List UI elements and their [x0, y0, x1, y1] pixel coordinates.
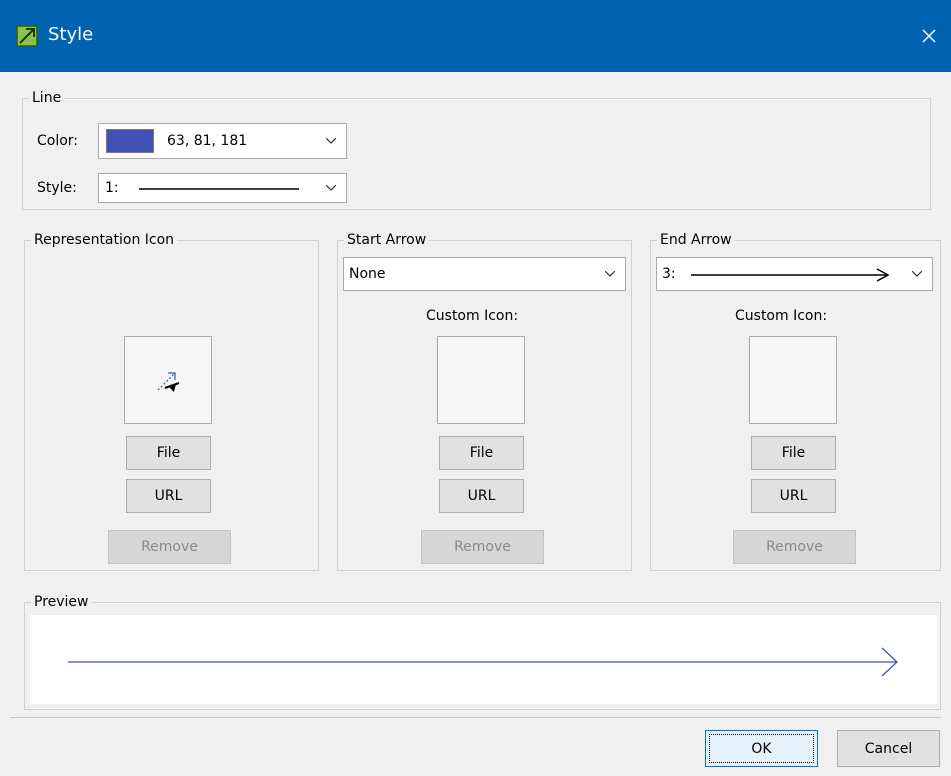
start-file-button[interactable]: File [439, 436, 524, 470]
end-remove-button[interactable]: Remove [733, 530, 856, 564]
end-arrow-group: End Arrow 3: Custom Icon: File URL Remov… [650, 231, 941, 571]
start-arrow-group: Start Arrow None Custom Icon: File URL R… [337, 231, 632, 571]
close-icon [922, 29, 936, 43]
end-arrow-combo[interactable]: 3: [656, 257, 933, 291]
color-combo[interactable]: 63, 81, 181 [98, 123, 347, 159]
color-value: 63, 81, 181 [167, 133, 248, 149]
end-custom-icon-label: Custom Icon: [735, 308, 828, 324]
end-arrow-title: End Arrow [657, 231, 735, 249]
representation-url-button[interactable]: URL [126, 479, 211, 513]
start-url-button[interactable]: URL [439, 479, 524, 513]
representation-icon-group: Representation Icon File URL Remove [24, 231, 319, 571]
representation-remove-button[interactable]: Remove [108, 530, 231, 564]
close-button[interactable] [907, 18, 951, 54]
start-custom-icon-label: Custom Icon: [426, 308, 519, 324]
chevron-down-icon [326, 185, 336, 191]
preview-title: Preview [31, 593, 92, 611]
representation-icon-box [124, 336, 212, 424]
line-group: Line Color: 63, 81, 181 Style: 1: [22, 89, 931, 210]
chevron-down-icon [326, 138, 336, 144]
chevron-down-icon [912, 271, 922, 277]
preview-group: Preview [24, 593, 941, 710]
title-bar: Style [0, 0, 951, 72]
color-swatch [106, 129, 154, 153]
end-custom-icon-box [749, 336, 837, 424]
end-file-button[interactable]: File [751, 436, 836, 470]
focus-ring [709, 734, 814, 763]
line-group-title: Line [29, 89, 65, 107]
start-custom-icon-box [437, 336, 525, 424]
representation-icon-title: Representation Icon [31, 231, 178, 249]
style-label: Style: [37, 180, 77, 196]
start-arrow-title: Start Arrow [344, 231, 430, 249]
line-style-value: 1: [105, 180, 119, 196]
end-url-button[interactable]: URL [751, 479, 836, 513]
end-arrow-value: 3: [662, 266, 676, 282]
line-style-combo[interactable]: 1: [98, 173, 347, 203]
representation-file-button[interactable]: File [126, 436, 211, 470]
preview-canvas [30, 615, 937, 704]
preview-line [68, 647, 898, 677]
start-remove-button[interactable]: Remove [421, 530, 544, 564]
end-arrow-sample [691, 268, 890, 282]
dependency-link-icon [157, 372, 180, 392]
start-arrow-combo[interactable]: None [343, 257, 626, 291]
window-title: Style [48, 24, 94, 45]
start-arrow-value: None [349, 266, 386, 282]
chevron-down-icon [605, 271, 615, 277]
ok-button[interactable]: OK [705, 730, 818, 767]
cancel-button[interactable]: Cancel [837, 730, 940, 767]
app-icon [16, 25, 38, 47]
color-label: Color: [37, 133, 79, 149]
line-style-sample [139, 188, 299, 190]
